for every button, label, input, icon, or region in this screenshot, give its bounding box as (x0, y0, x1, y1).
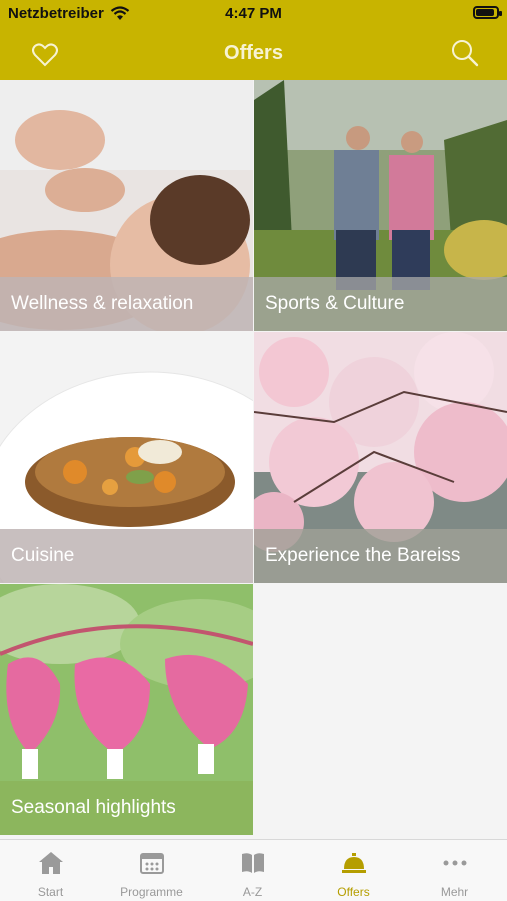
offer-tile-experience[interactable]: Experience the Bareiss (254, 332, 507, 583)
offer-tile-label: Sports & Culture (254, 277, 507, 331)
calendar-icon (140, 853, 164, 874)
offer-tile-cuisine[interactable]: Cuisine (0, 332, 253, 583)
app-header: Netzbetreiber 4:47 PM Offers (0, 0, 507, 80)
battery-icon (473, 6, 502, 19)
search-icon[interactable] (450, 38, 480, 68)
tab-label: Programme (120, 885, 183, 899)
tab-a-z[interactable]: A-Z (202, 840, 303, 901)
offer-tile-label: Wellness & relaxation (0, 277, 253, 331)
offers-grid: Wellness & relaxation Sports & Culture C… (0, 80, 507, 837)
more-icon (443, 860, 467, 866)
tab-bar: Start Programme A-Z Offers Mehr (0, 839, 507, 901)
page-title: Offers (224, 42, 283, 64)
offer-tile-label: Seasonal highlights (0, 781, 253, 835)
home-icon (39, 852, 63, 874)
tab-label: Mehr (440, 885, 469, 899)
clock: 4:47 PM (225, 5, 282, 22)
tab-label: Start (37, 885, 64, 899)
tab-label: Offers (337, 885, 370, 899)
tab-mehr[interactable]: Mehr (404, 840, 505, 901)
tab-start[interactable]: Start (0, 840, 101, 901)
offer-tile-sports[interactable]: Sports & Culture (254, 80, 507, 331)
tab-label: A-Z (242, 885, 263, 899)
offer-tile-seasonal[interactable]: Seasonal highlights (0, 584, 253, 835)
status-bar: Netzbetreiber 4:47 PM (0, 0, 507, 28)
book-icon (242, 853, 264, 873)
tab-offers[interactable]: Offers (303, 840, 404, 901)
offer-tile-wellness[interactable]: Wellness & relaxation (0, 80, 253, 331)
offer-tile-label: Experience the Bareiss (254, 529, 507, 583)
offer-tile-label: Cuisine (0, 529, 253, 583)
nav-bar: Offers (0, 28, 507, 80)
tab-programme[interactable]: Programme (101, 840, 202, 901)
service-bell-icon (342, 853, 366, 873)
